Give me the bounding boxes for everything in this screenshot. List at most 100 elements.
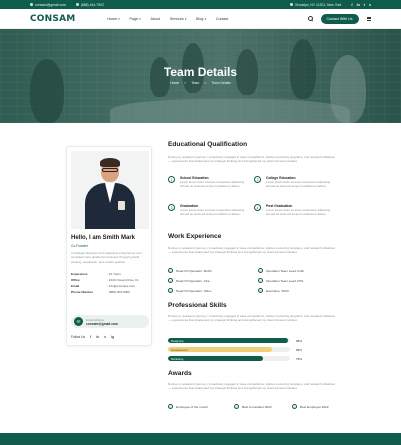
topbar-phone[interactable]: (888) 444-7902 bbox=[75, 2, 104, 7]
chevron-down-icon: ▾ bbox=[118, 16, 120, 21]
check-icon: ✓ bbox=[168, 268, 173, 273]
facebook-icon[interactable]: f bbox=[90, 335, 91, 339]
follow-us: Follow Us f in x ig bbox=[71, 335, 114, 339]
award-label: Best Consultant 2023 bbox=[242, 404, 272, 409]
profile-info-list: Experience: 10 Years Office: 2140 Ocean … bbox=[71, 271, 149, 295]
nav-label: About bbox=[150, 16, 160, 21]
nav-item-about[interactable]: About bbox=[150, 17, 159, 21]
award-label: Best Employee 2022 bbox=[300, 404, 329, 409]
top-info-bar: consam@gmail.com (888) 444-7902 Brooklyn… bbox=[0, 0, 401, 9]
award-item: ✓ Employee of the month bbox=[168, 404, 208, 409]
work-item-label: Executive, TAXX bbox=[266, 288, 289, 293]
nav-label: Blog bbox=[196, 16, 204, 21]
nav-label: Contact bbox=[215, 16, 229, 21]
footer-band bbox=[0, 433, 401, 445]
chevron-down-icon: ▾ bbox=[184, 16, 187, 21]
work-item: ✓ Head Of Operation, Xtra bbox=[168, 278, 209, 283]
x-icon[interactable]: x bbox=[104, 335, 106, 339]
profile-greeting: Hello, I am Smith Mark bbox=[71, 235, 136, 241]
education-text: During my academic journey, I proactivel… bbox=[168, 155, 335, 164]
profile-photo bbox=[71, 151, 149, 229]
breadcrumb: Home > Team > Team Details bbox=[0, 81, 401, 85]
topbar-phone-text: (888) 444-7902 bbox=[80, 2, 104, 7]
breadcrumb-team[interactable]: Team bbox=[191, 81, 199, 85]
mail-icon bbox=[30, 3, 33, 6]
x-icon[interactable]: x bbox=[369, 3, 371, 7]
instagram-icon[interactable]: ig bbox=[111, 335, 114, 339]
skill-percent: 98% bbox=[296, 338, 303, 343]
twitter-icon[interactable]: t bbox=[364, 3, 365, 7]
progress-fill: Development bbox=[168, 347, 272, 352]
work-item: ✓ Executive, TAXX bbox=[258, 288, 289, 293]
progress-track: Development bbox=[168, 347, 290, 352]
breadcrumb-home[interactable]: Home bbox=[170, 81, 179, 85]
work-heading: Work Experience bbox=[168, 233, 222, 240]
topbar-address: Brooklyn, NY 11201, New York bbox=[290, 3, 341, 7]
awards-heading: Awards bbox=[168, 370, 192, 377]
work-item-label: Head Of Operation, Xtra bbox=[176, 278, 210, 283]
page-title: Team Details bbox=[163, 65, 238, 79]
hamburger-menu-icon[interactable] bbox=[366, 16, 371, 21]
awards-text: During my academic journey, I proactivel… bbox=[168, 382, 335, 391]
nav-item-page[interactable]: Page ▾ bbox=[130, 17, 141, 21]
step-number: 3 bbox=[168, 204, 175, 211]
nav-item-home[interactable]: Home ▾ bbox=[107, 17, 119, 21]
nav-item-blog[interactable]: Blog ▾ bbox=[196, 17, 206, 21]
topbar-email[interactable]: consam@gmail.com bbox=[30, 3, 66, 7]
progress-fill: Marketing bbox=[168, 356, 264, 361]
nav-item-services[interactable]: Services ▾ bbox=[170, 17, 186, 21]
nav-label: Page bbox=[129, 16, 138, 21]
skill-name: Designing bbox=[171, 338, 184, 343]
main-nav: Home ▾ Page ▾ About Services ▾ Blog ▾ Co… bbox=[107, 17, 228, 21]
topbar-address-text: Brooklyn, NY 11201, New York bbox=[295, 2, 342, 7]
award-label: Employee of the month bbox=[176, 404, 208, 409]
profile-bio: A strategic business and marketing entre… bbox=[71, 251, 142, 264]
skill-bar-marketing: Marketing 78% bbox=[168, 356, 336, 362]
breadcrumb-separator: > bbox=[204, 81, 207, 85]
skills-text: During my academic journey, I proactivel… bbox=[168, 314, 335, 323]
step-number: 2 bbox=[254, 176, 261, 183]
topbar-social-links: f in t x bbox=[351, 3, 371, 7]
topbar-email-text: consam@gmail.com bbox=[35, 2, 66, 7]
phone-icon bbox=[75, 3, 79, 6]
education-desc: Lorem ipsum dolor sit amet consectetur a… bbox=[180, 208, 245, 216]
award-item: ✓ Best Consultant 2023 bbox=[234, 404, 272, 409]
check-icon: ✓ bbox=[258, 268, 263, 273]
check-icon: ✓ bbox=[168, 278, 173, 283]
progress-fill: Designing bbox=[168, 338, 288, 343]
work-item-label: Operation Team Lead, FoDi bbox=[266, 268, 304, 273]
chevron-down-icon: ▾ bbox=[138, 16, 141, 21]
progress-track: Designing bbox=[168, 338, 290, 343]
email-contact-box[interactable]: ✉ Email Address consam@gmail.com bbox=[71, 315, 149, 328]
mail-icon: ✉ bbox=[74, 317, 83, 326]
skill-percent: 78% bbox=[296, 356, 303, 361]
skill-bar-designing: Designing 98% bbox=[168, 338, 336, 344]
check-icon: ✓ bbox=[168, 404, 173, 409]
breadcrumb-separator: > bbox=[184, 81, 187, 85]
info-value[interactable]: : (888) 000-0000 bbox=[107, 289, 130, 295]
nav-item-contact[interactable]: Contact bbox=[216, 17, 228, 21]
email-value: consam@gmail.com bbox=[86, 321, 118, 326]
skill-name: Development bbox=[171, 347, 188, 352]
skill-bar-development: Development 85% bbox=[168, 347, 336, 353]
work-item-label: Head Of Operation, Xidex bbox=[176, 288, 212, 293]
site-header: CONSAM Home ▾ Page ▾ About Services ▾ Bl… bbox=[0, 9, 401, 29]
linkedin-icon[interactable]: in bbox=[96, 335, 99, 339]
linkedin-icon[interactable]: in bbox=[357, 3, 360, 7]
breadcrumb-current: Team Details bbox=[211, 81, 231, 85]
profile-card: Hello, I am Smith Mark Co-Founder A stra… bbox=[66, 146, 152, 346]
search-icon[interactable] bbox=[307, 16, 313, 21]
education-desc: Lorem ipsum dolor sit amet consectetur a… bbox=[266, 208, 331, 216]
page-banner: Team Details Home > Team > Team Details bbox=[0, 29, 401, 123]
work-text: During my academic journey, I proactivel… bbox=[168, 246, 335, 255]
info-row-phone: Phone Number: (888) 000-0000 bbox=[71, 289, 149, 295]
work-item: ✓ Head Of Operation, Xidex bbox=[168, 288, 211, 293]
location-icon bbox=[290, 3, 294, 6]
step-number: 4 bbox=[254, 204, 261, 211]
work-item: ✓ Head Of Operation, Mobb bbox=[168, 268, 211, 273]
contact-button[interactable]: Contact With Us bbox=[320, 13, 359, 24]
facebook-icon[interactable]: f bbox=[351, 3, 352, 7]
award-item: ✓ Best Employee 2022 bbox=[292, 404, 329, 409]
check-icon: ✓ bbox=[258, 278, 263, 283]
site-logo[interactable]: CONSAM bbox=[30, 14, 75, 24]
